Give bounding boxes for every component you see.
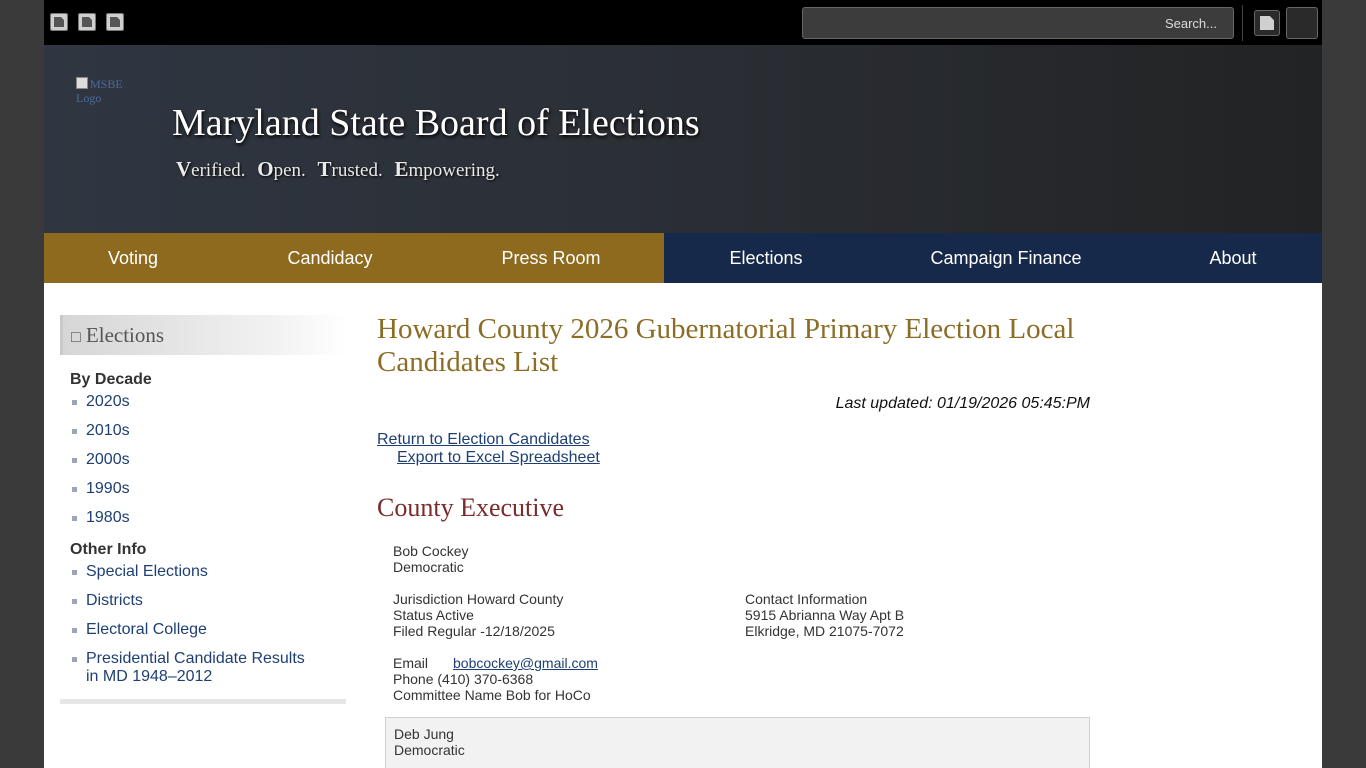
candidate-card: Bob Cockey Democratic Jurisdiction Howar… [393,543,1090,703]
site-title: Maryland State Board of Elections [172,102,700,144]
tagline: Verified. Open. Trusted. Empowering. [176,157,507,182]
candidate-name: Bob Cockey [393,543,469,559]
sidebar-item-special-elections[interactable]: Special Elections [72,563,346,581]
export-link[interactable]: Export to Excel Spreadsheet [397,449,600,466]
square-icon: □ [71,329,81,346]
search-input[interactable]: Search... [802,7,1234,39]
sidebar-item-districts[interactable]: Districts [72,592,346,610]
email-link[interactable]: bobcockey@gmail.com [453,655,598,671]
address-line-1: 5915 Abrianna Way Apt B [745,607,905,623]
jurisdiction: Jurisdiction Howard County [393,591,564,607]
phone: Phone (410) 370-6368 [393,671,534,687]
candidate-party: Democratic [393,559,464,575]
sidebar-group-label: By Decade [70,371,152,388]
main-nav: Voting Candidacy Press Room Elections Ca… [44,233,1322,283]
sidebar-title-text: Elections [85,323,165,347]
tagline-word: Open. [257,157,306,181]
tagline-word: Verified. [176,157,246,181]
sidebar-item-2000s[interactable]: 2000s [72,451,346,469]
contact-label: Contact Information [745,591,868,607]
sidebar-item-electoral-college[interactable]: Electoral College [72,621,346,639]
section-title: County Executive [377,493,565,522]
candidate-contact-info: Contact Information 5915 Abrianna Way Ap… [745,591,904,639]
tagline-word: Trusted. [317,157,383,181]
candidate-card: Deb Jung Democratic [385,717,1090,768]
image-icon[interactable] [78,13,96,31]
sidebar-divider [60,699,346,704]
committee-name: Committee Name Bob for HoCo [393,687,591,703]
image-icon[interactable] [106,13,124,31]
sidebar-item-2010s[interactable]: 2010s [72,422,346,440]
page: Search... MSBE Logo Maryland State Board… [44,0,1322,768]
decade-list: 2020s 2010s 2000s 1990s 1980s [72,393,346,527]
candidate-name: Deb Jung [394,726,454,742]
image-icon[interactable] [1254,10,1280,36]
page-title: Howard County 2026 Gubernatorial Primary… [377,313,1075,378]
main-content: Howard County 2026 Gubernatorial Primary… [377,313,1090,703]
return-link[interactable]: Return to Election Candidates [377,431,590,448]
tagline-word: Empowering. [394,157,500,181]
search-placeholder: Search... [1164,16,1217,31]
sidebar-group-label: Other Info [70,541,147,558]
filed: Filed Regular -12/18/2025 [393,623,555,639]
address-line-2: Elkridge, MD 21075-7072 [745,623,904,639]
candidate-details: Jurisdiction Howard County Status Active… [393,591,1090,639]
last-updated: Last updated: 01/19/2026 05:45:PM [835,395,1090,412]
sidebar-item-2020s[interactable]: 2020s [72,393,346,411]
nav-item-candidacy[interactable]: Candidacy [222,233,438,283]
nav-item-campaign-finance[interactable]: Campaign Finance [868,233,1144,283]
sidebar-title: □ Elections [60,315,346,355]
site-header: MSBE Logo Maryland State Board of Electi… [44,45,1322,233]
image-icon[interactable] [50,13,68,31]
menu-button[interactable] [1286,7,1318,39]
sidebar-item-presidential-results[interactable]: Presidential Candidate Results in MD 194… [72,650,312,686]
email-label: Email [393,655,429,671]
sidebar-item-1980s[interactable]: 1980s [72,509,346,527]
candidate-party: Democratic [394,742,465,758]
nav-item-elections[interactable]: Elections [664,233,868,283]
candidate-contact-extra: Email bobcockey@gmail.com Phone (410) 37… [393,655,1090,703]
nav-item-voting[interactable]: Voting [44,233,222,283]
action-links: Return to Election Candidates Export to … [377,431,1090,467]
nav-item-press-room[interactable]: Press Room [438,233,664,283]
top-bar: Search... [44,0,1322,45]
divider [1242,5,1243,41]
nav-item-about[interactable]: About [1144,233,1322,283]
other-info-list: Special Elections Districts Electoral Co… [72,563,346,686]
candidate-filing-info: Jurisdiction Howard County Status Active… [393,591,745,639]
broken-image-icon [76,77,88,89]
status: Status Active [393,607,474,623]
sidebar-item-1990s[interactable]: 1990s [72,480,346,498]
logo[interactable]: MSBE Logo [76,77,146,117]
sidebar: □ Elections By Decade 2020s 2010s 2000s … [60,315,346,686]
